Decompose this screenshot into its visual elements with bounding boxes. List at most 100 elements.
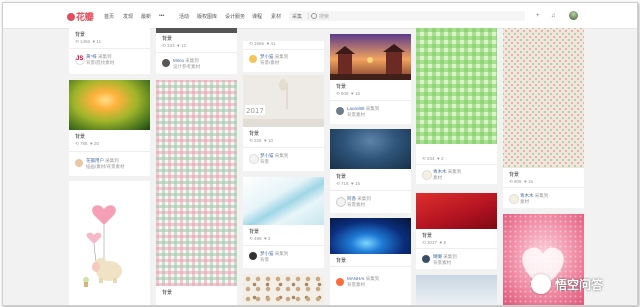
pin-stats: ⟲ 934 ♥ 2 [422,156,444,161]
pin-title: 背景 [162,290,173,296]
nav-item[interactable]: 发现 [123,13,133,20]
pin-card[interactable] [69,181,150,306]
pin-image[interactable] [243,177,324,225]
pin-image[interactable] [416,275,497,305]
pin-image[interactable] [330,218,411,254]
divider [243,147,324,148]
watermark: 悟空问答 [531,274,603,294]
search-box[interactable]: 采集 搜索 [289,11,525,21]
avatar[interactable] [75,159,83,167]
pin-card[interactable]: 背景 ⟲ 718 ♥ 15 阿香 采集到 背景素材 [330,129,411,213]
nav-more[interactable]: ••• [159,13,164,19]
pin-card[interactable]: ⟲ 1566 ♥ 41 梦小猫 采集到 背景/素材 [243,41,324,72]
pin-title: 背景 [249,229,260,235]
pin-stats: ⟲ 498 ♥ 2 [249,236,271,241]
nav-item[interactable]: 首页 [104,13,114,20]
pin-card[interactable] [243,274,324,305]
pin-image[interactable]: 2017 [243,75,324,127]
pin-user-info: 黄*梓 采集到 背景/底纹素材 [86,54,115,65]
pin-card[interactable]: ⟲ 934 ♥ 2 青木木 采集到 素材 [416,28,497,184]
user-avatar[interactable] [569,11,578,20]
divider [330,266,411,267]
watermark-logo-icon [531,274,551,294]
bell-icon[interactable]: ♫ [551,13,556,19]
pin-title: 背景 [509,172,520,178]
pin-card[interactable]: 背景 ⟲ 609 ♥ 15 Laurel88 采集到 背景素材 [330,34,411,124]
avatar[interactable]: JS [75,55,85,65]
avatar[interactable] [249,55,257,63]
divider [503,187,584,188]
search-input[interactable]: 搜索 [319,13,329,20]
pin-user-info: Mimo 采集到 设计参考素材 [173,58,200,69]
browser-frame: 花瓣 首页 发现 最新 ••• 活动 版权图库 设计服务 课程 素材 采集 搜索… [2,2,638,306]
watermark-text: 悟空问答 [555,277,604,292]
search-category[interactable]: 采集 [292,13,302,20]
avatar[interactable] [249,252,257,260]
pin-user-info: Laurel88 采集到 背景素材 [347,106,380,117]
pin-image[interactable] [330,34,411,80]
search-divider [308,13,309,19]
pin-image[interactable] [243,274,324,305]
logo-text: 花瓣 [76,12,94,22]
nav-item[interactable]: 活动 [179,13,189,20]
pin-stats: ⟲ 718 ♥ 15 [336,181,360,186]
divider [416,248,497,249]
pin-image[interactable] [503,28,584,168]
pin-title: 背景 [75,134,86,140]
avatar[interactable] [249,154,259,164]
pin-title: 背景 [249,131,260,137]
pin-card[interactable]: 背景 ⟲ 786 ♥ 20 花瓣用户 采集到 插画/素材/背景素材 [69,80,150,176]
nav-item[interactable]: 最新 [141,13,151,20]
pin-stats: ⟲ 609 ♥ 15 [336,91,360,96]
pin-card[interactable]: 2017 背景 ⟲ 326 ♥ 10 梦小猫 采集到 背景 [243,75,324,171]
pin-stats: ⟲ 809 ♥ 16 [509,179,533,184]
pin-column: ⟲ 934 ♥ 2 青木木 采集到 素材 背景 ⟲ 3037 ♥ 8 懒懒 采集到… [416,28,497,305]
pin-title: 背景 [75,32,86,38]
pin-stats: ⟲ 1456 ♥ 11 [75,39,102,44]
pin-image[interactable] [416,28,497,144]
pin-stats: ⟲ 3037 ♥ 8 [422,240,446,245]
nav-item[interactable]: 素材 [271,13,281,20]
svg-text:2017: 2017 [246,107,264,115]
pin-user-info: 梦小猫 采集到 背景/素材 [260,54,289,65]
pin-card[interactable]: 背景 ⟲ 3037 ♥ 8 懒懒 采集到 背景素材 [416,193,497,269]
add-icon[interactable]: + [536,13,540,19]
avatar[interactable] [509,194,519,204]
pin-column: 背景 ⟲ 609 ♥ 15 Laurel88 采集到 背景素材 背景 ⟲ 718 … [330,28,411,305]
avatar[interactable] [336,197,346,207]
pin-user-info: 青木木 采集到 素材 [520,193,549,204]
pin-image[interactable] [156,80,237,286]
pin-image[interactable] [156,28,237,33]
avatar[interactable] [162,59,170,67]
pin-user-info: 花瓣用户 采集到 插画/素材/背景素材 [86,158,125,169]
pin-user-info: 懒懒 采集到 背景素材 [433,254,457,265]
site-logo[interactable]: 花瓣 [67,10,94,23]
pin-card[interactable] [416,275,497,305]
divider [69,48,150,49]
avatar[interactable] [422,170,432,180]
avatar[interactable] [336,278,344,286]
divider [69,151,150,152]
nav-item[interactable]: 版权图库 [197,13,217,20]
pin-card[interactable]: 背景 [156,80,237,305]
pin-card[interactable]: 背景 MANHAI 采集到 背景素材 [330,218,411,305]
logo-icon [67,12,75,21]
pin-user-info: MANHAI 采集到 背景素材 [347,276,380,287]
pin-card[interactable]: 背景 ⟲ 333 ♥ 12 Mimo 采集到 设计参考素材 [156,28,237,74]
pin-user-info: 梦小猫 采集到 背景 [260,251,289,262]
pin-title: 背景 [336,258,347,264]
pin-image[interactable] [416,193,497,229]
pin-image[interactable] [330,129,411,169]
pin-card[interactable]: 背景 ⟲ 809 ♥ 16 青木木 采集到 素材 [503,28,584,208]
avatar[interactable] [336,107,344,115]
pin-image[interactable] [69,80,150,130]
nav-item[interactable]: 课程 [252,13,262,20]
avatar[interactable] [422,255,430,263]
pin-stats: ⟲ 333 ♥ 12 [162,43,186,48]
pin-stats: ⟲ 1566 ♥ 41 [249,41,276,46]
pin-card[interactable]: 背景 ⟲ 1456 ♥ 11 JS 黄*梓 采集到 背景/底纹素材 [69,28,150,74]
pin-image[interactable] [69,181,150,306]
divider [243,49,324,50]
pin-card[interactable]: 背景 ⟲ 498 ♥ 2 梦小猫 采集到 背景 [243,177,324,268]
nav-item[interactable]: 设计服务 [225,13,245,20]
